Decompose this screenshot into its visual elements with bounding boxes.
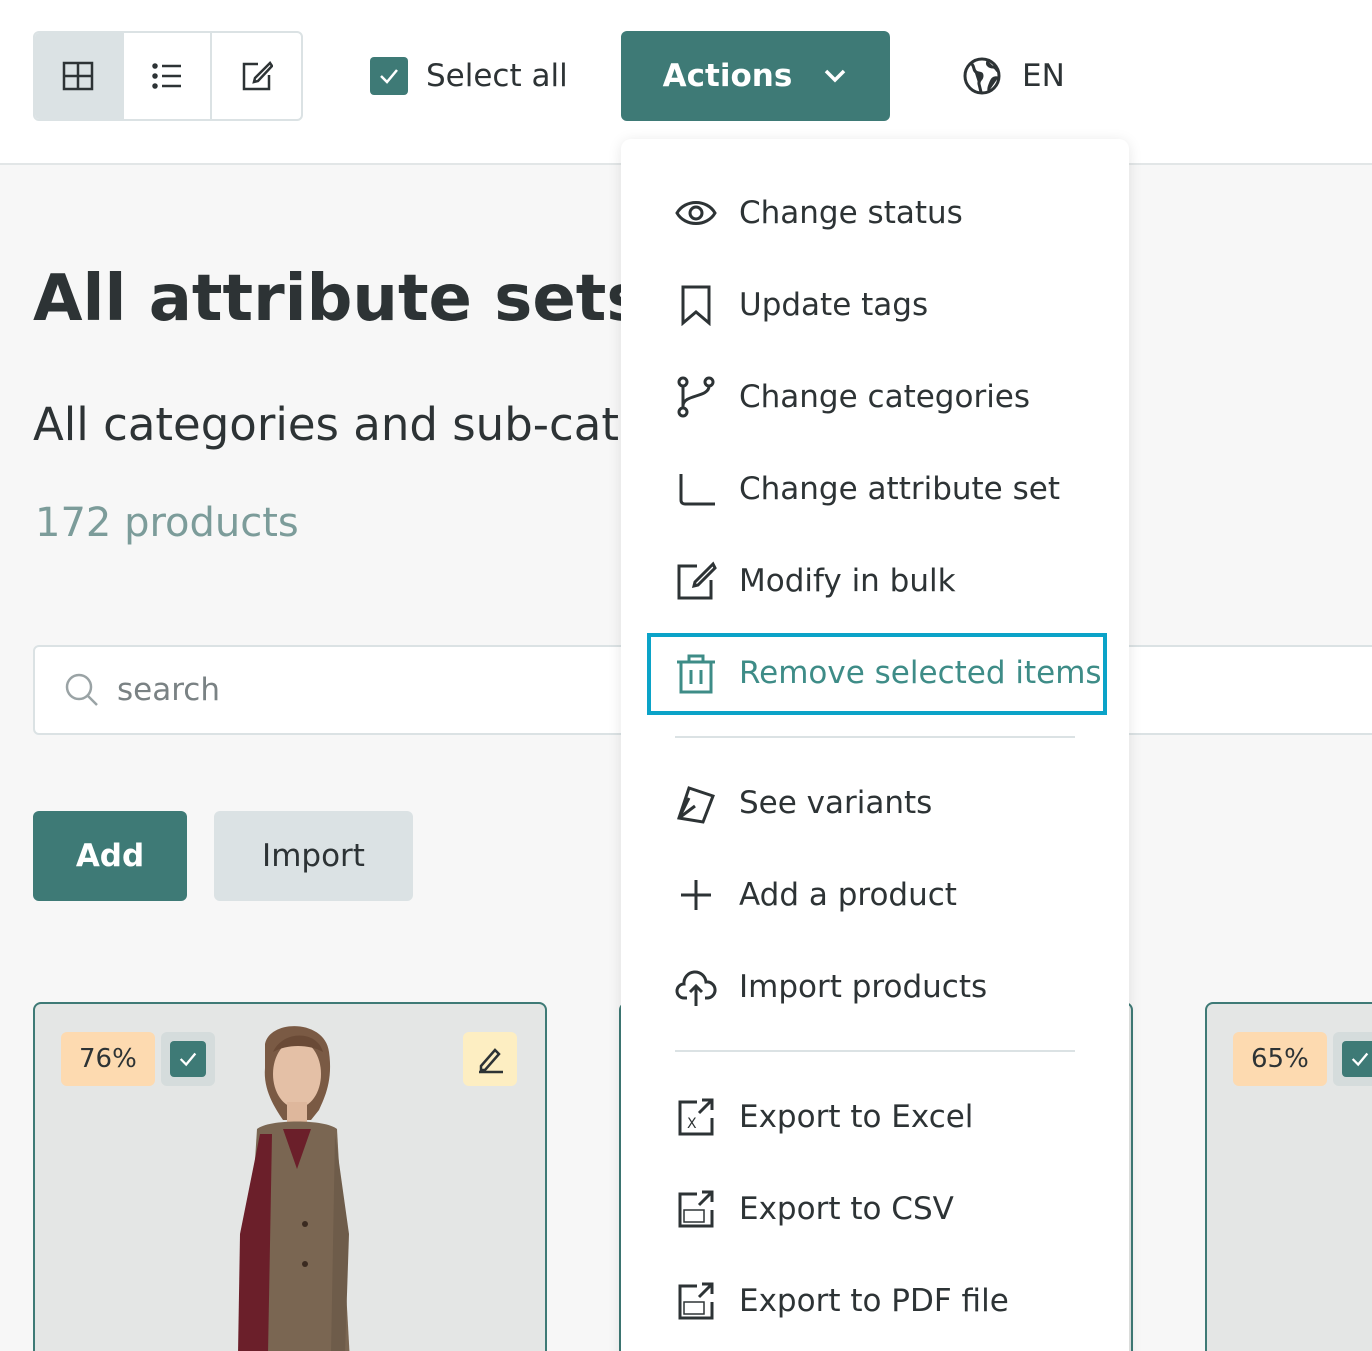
menu-item-export-excel[interactable]: X Export to Excel — [675, 1087, 973, 1147]
product-card[interactable]: 76% — [33, 1002, 547, 1351]
page-title: All attribute sets — [33, 262, 645, 336]
svg-text:X: X — [687, 1116, 697, 1132]
select-all-label: Select all — [426, 58, 568, 94]
menu-divider — [675, 736, 1075, 738]
menu-item-label: Modify in bulk — [739, 563, 956, 599]
edit-square-icon — [242, 61, 273, 91]
check-icon — [380, 69, 398, 84]
card-checkbox[interactable] — [1333, 1032, 1372, 1086]
menu-item-change-status[interactable]: Change status — [675, 183, 963, 243]
bulk-edit-view-button[interactable] — [212, 33, 301, 119]
corner-icon — [679, 474, 715, 506]
card-edit-button[interactable] — [463, 1032, 517, 1086]
import-button[interactable]: Import — [214, 811, 413, 901]
eye-icon — [675, 201, 717, 225]
menu-item-label: Update tags — [739, 287, 929, 323]
excel-export-icon: X — [678, 1098, 714, 1136]
menu-item-label: Change status — [739, 195, 963, 231]
actions-menu: Change status Update tags Change categor… — [621, 139, 1129, 1351]
plus-icon — [681, 880, 711, 910]
product-card[interactable]: 65% — [1205, 1002, 1372, 1351]
product-count: 172 products — [35, 500, 299, 546]
globe-icon — [963, 57, 1001, 95]
actions-label: Actions — [662, 58, 793, 94]
language-label: EN — [1022, 58, 1065, 94]
language-selector[interactable]: EN — [962, 56, 1065, 96]
search-icon — [65, 673, 98, 706]
menu-item-label: Export to CSV — [739, 1191, 954, 1227]
menu-item-export-pdf[interactable]: Export to PDF file — [675, 1271, 1009, 1331]
card-checkbox[interactable] — [161, 1032, 215, 1086]
menu-item-import-products[interactable]: Import products — [675, 957, 987, 1017]
actions-dropdown-button[interactable]: Actions — [621, 31, 890, 121]
menu-item-remove-selected[interactable]: Remove selected items — [675, 643, 1102, 703]
swatch-icon — [677, 786, 715, 824]
menu-item-export-csv[interactable]: Export to CSV — [675, 1179, 954, 1239]
check-icon — [179, 1052, 197, 1067]
select-all-control[interactable]: Select all — [370, 57, 568, 95]
menu-item-label: Change attribute set — [739, 471, 1060, 507]
menu-item-change-categories[interactable]: Change categories — [675, 367, 1030, 427]
select-all-checkbox[interactable] — [370, 57, 408, 95]
bookmark-icon — [681, 285, 711, 326]
trash-icon — [677, 654, 715, 694]
pencil-icon — [479, 1048, 503, 1074]
menu-item-label: Export to PDF file — [739, 1283, 1009, 1319]
grid-view-button[interactable] — [35, 33, 124, 119]
csv-export-icon — [678, 1190, 714, 1228]
chevron-down-icon — [825, 69, 846, 83]
menu-item-label: Export to Excel — [739, 1099, 974, 1135]
menu-item-update-tags[interactable]: Update tags — [675, 275, 928, 335]
check-icon — [1351, 1052, 1369, 1067]
menu-item-see-variants[interactable]: See variants — [675, 773, 932, 833]
add-button[interactable]: Add — [33, 811, 187, 901]
branch-icon — [677, 376, 715, 418]
menu-item-label: Import products — [739, 969, 988, 1005]
completeness-badge: 65% — [1233, 1032, 1327, 1086]
menu-item-add-product[interactable]: Add a product — [675, 865, 957, 925]
menu-item-label: See variants — [739, 785, 933, 821]
cloud-upload-icon — [675, 970, 717, 1006]
list-icon — [152, 63, 181, 89]
list-view-button[interactable] — [124, 33, 213, 119]
menu-item-change-attribute-set[interactable]: Change attribute set — [675, 459, 1060, 519]
menu-item-label: Remove selected items — [739, 655, 1102, 691]
menu-divider — [675, 1050, 1075, 1052]
grid-icon — [63, 61, 94, 91]
pdf-export-icon — [678, 1282, 714, 1320]
view-mode-switcher — [33, 31, 303, 121]
search-input[interactable] — [117, 672, 617, 708]
edit-square-icon — [677, 561, 717, 600]
completeness-badge: 76% — [61, 1032, 155, 1086]
menu-item-label: Add a product — [739, 877, 957, 913]
menu-item-label: Change categories — [739, 379, 1031, 415]
menu-item-modify-in-bulk[interactable]: Modify in bulk — [675, 551, 956, 611]
